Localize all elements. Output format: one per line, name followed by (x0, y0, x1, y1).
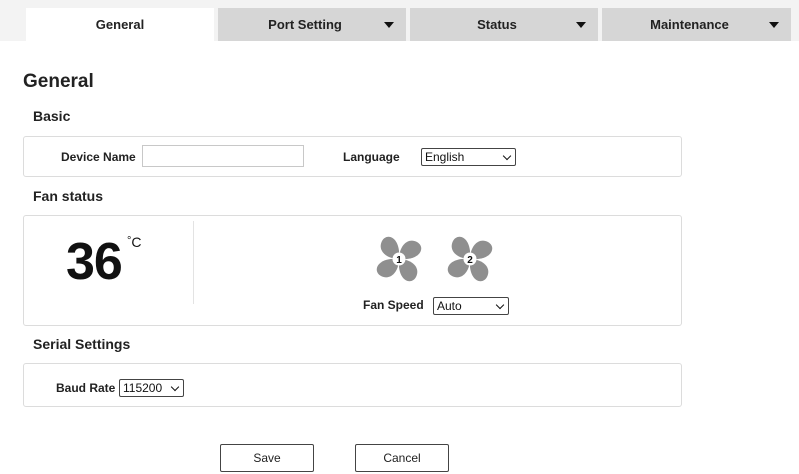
temperature-value: 36 (66, 233, 123, 291)
tab-general[interactable]: General (26, 8, 214, 41)
baud-rate-label: Baud Rate (56, 381, 116, 395)
fan-icon: 2 (447, 236, 493, 282)
fan-panel-divider (193, 221, 194, 304)
serial-settings-heading: Serial Settings (33, 336, 131, 352)
language-select-value: English (425, 150, 465, 164)
tab-label: Port Setting (268, 17, 342, 32)
fan-icon: 1 (376, 236, 422, 282)
chevron-down-icon (495, 300, 505, 310)
baud-rate-select[interactable]: 115200 (119, 379, 184, 397)
fan-speed-label: Fan Speed (363, 298, 424, 312)
caret-down-icon (769, 22, 779, 28)
unit-label: C (131, 234, 142, 250)
fan-speed-select-value: Auto (437, 299, 462, 313)
tab-label: Status (477, 17, 517, 32)
fan-number: 1 (396, 255, 402, 266)
baud-rate-select-value: 115200 (123, 381, 163, 395)
tab-bar: General Port Setting Status Maintenance (0, 0, 799, 41)
caret-down-icon (384, 22, 394, 28)
caret-down-icon (576, 22, 586, 28)
tab-label: General (95, 17, 145, 32)
device-name-label: Device Name (61, 150, 136, 164)
save-button[interactable]: Save (220, 444, 314, 472)
tab-status[interactable]: Status (410, 8, 598, 41)
page-title: General (23, 71, 94, 92)
temperature-unit: °C (127, 234, 142, 250)
degree-symbol: ° (127, 235, 132, 247)
basic-heading: Basic (33, 108, 71, 124)
tab-maintenance[interactable]: Maintenance (602, 8, 791, 41)
chevron-down-icon (170, 382, 180, 392)
tab-port-setting[interactable]: Port Setting (218, 8, 406, 41)
fan-number: 2 (467, 255, 473, 266)
device-name-input[interactable] (142, 145, 304, 167)
language-label: Language (343, 150, 400, 164)
language-select[interactable]: English (421, 148, 516, 166)
fan-status-heading: Fan status (33, 188, 104, 204)
cancel-button[interactable]: Cancel (355, 444, 449, 472)
chevron-down-icon (502, 151, 512, 161)
fan-speed-select[interactable]: Auto (433, 297, 509, 315)
tab-label: Maintenance (650, 17, 729, 32)
settings-page: General Port Setting Status Maintenance … (0, 0, 799, 474)
